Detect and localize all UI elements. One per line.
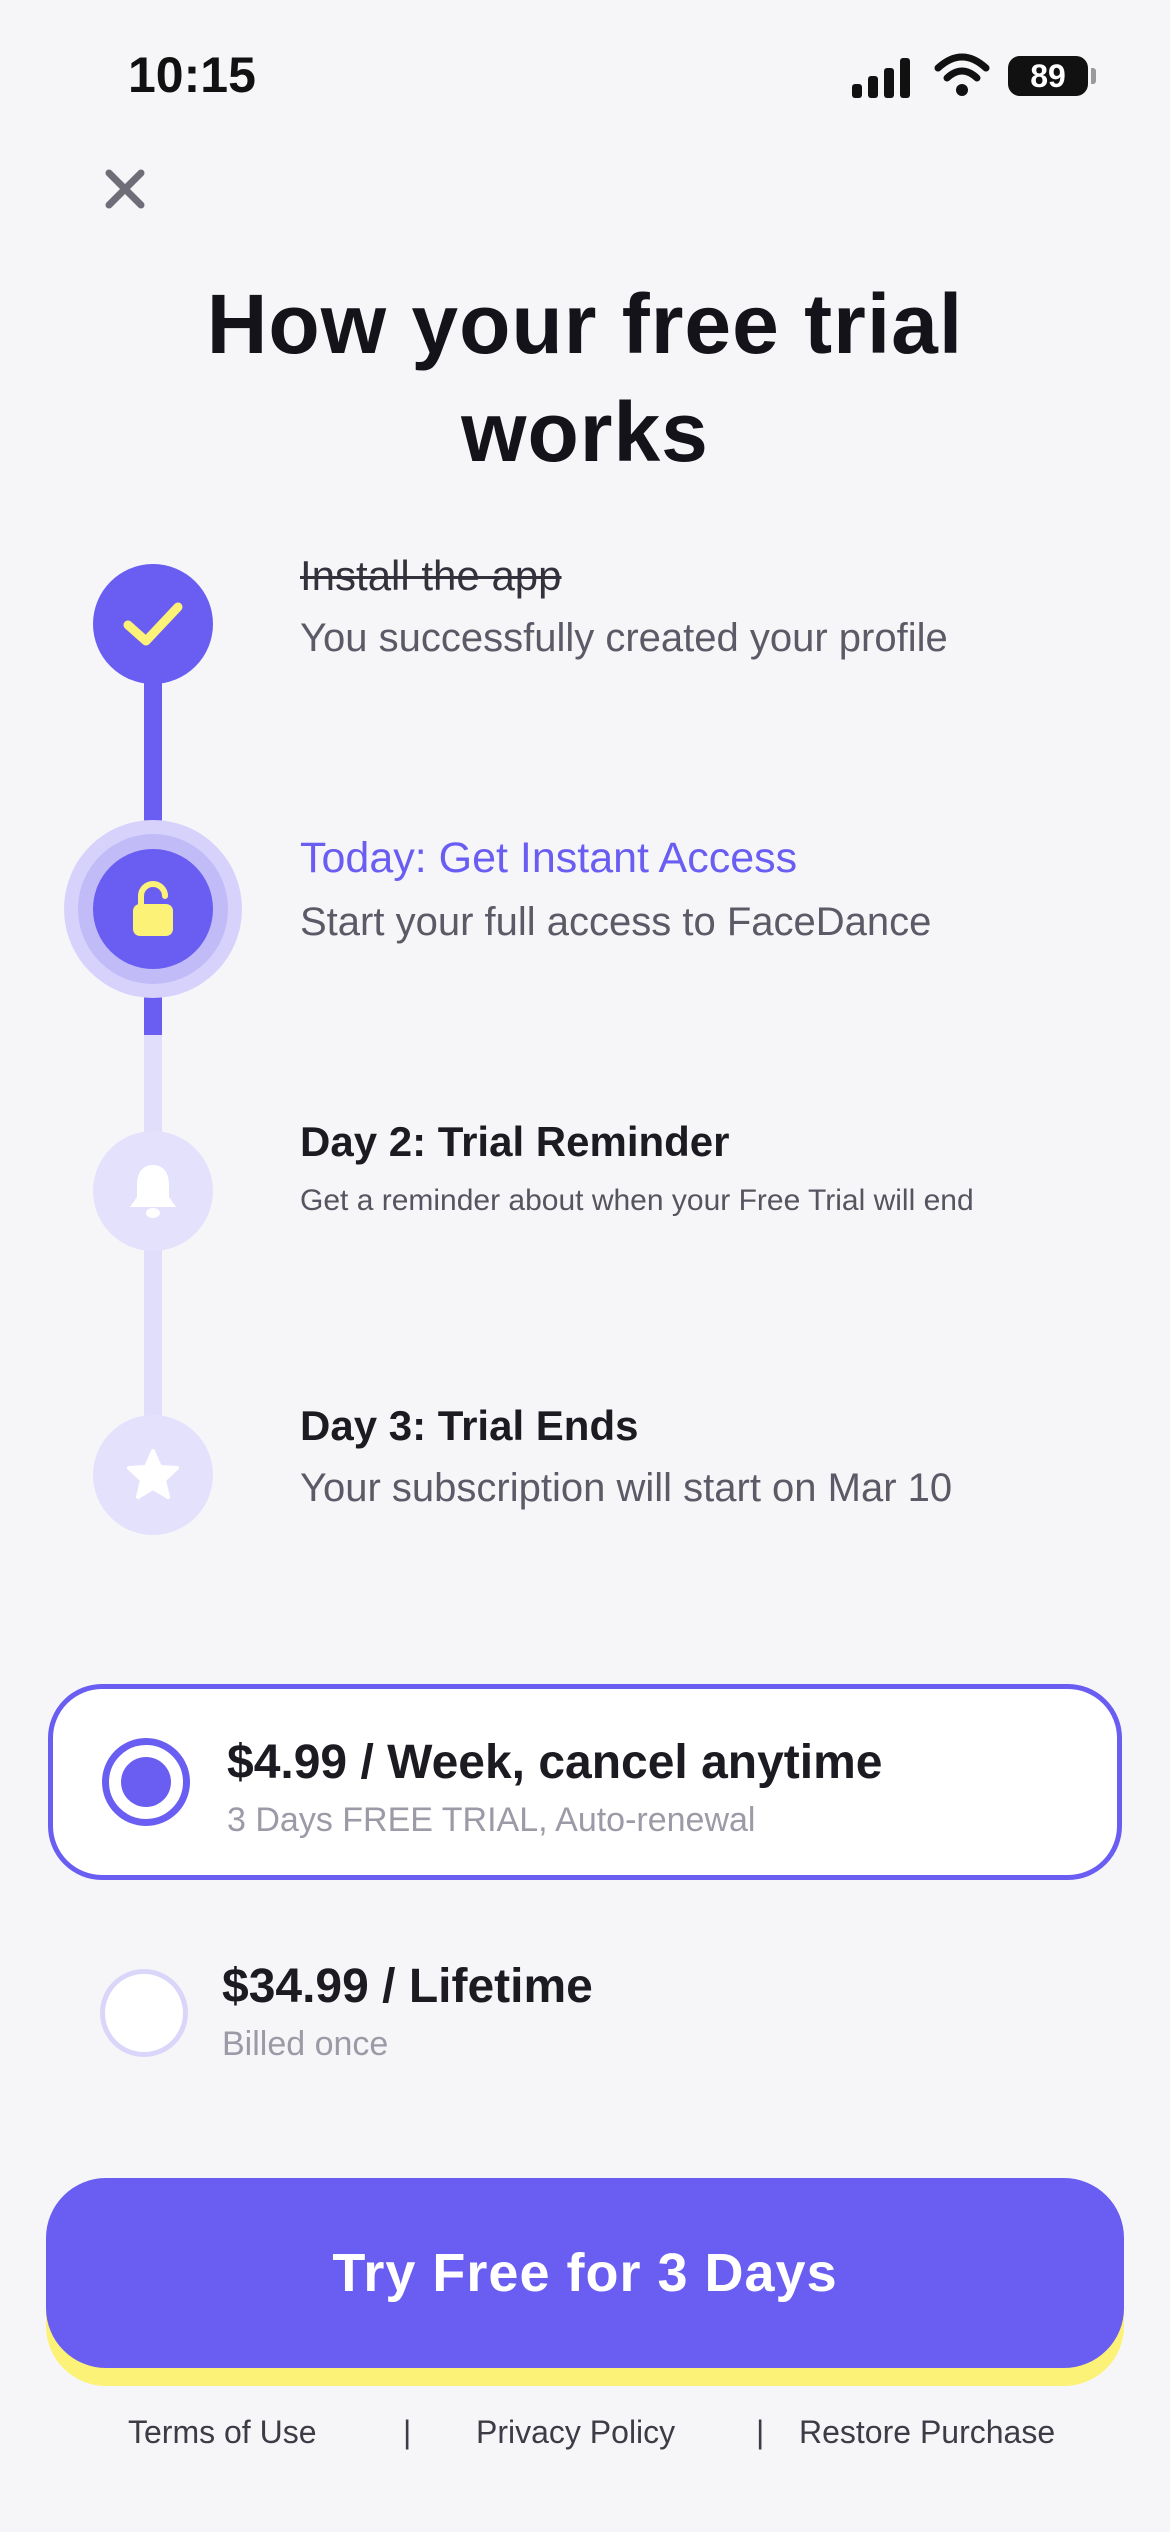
step-title: Install the app bbox=[300, 552, 562, 599]
wifi-icon bbox=[934, 53, 990, 96]
step-description: You successfully created your profile bbox=[300, 616, 948, 660]
bell-icon bbox=[130, 1165, 176, 1218]
battery-tip bbox=[1091, 68, 1096, 84]
unlock-icon bbox=[133, 881, 173, 936]
footer-separator: | bbox=[403, 2414, 412, 2450]
step-node-upcoming bbox=[93, 1415, 213, 1535]
plan-option-lifetime[interactable]: $34.99 / Lifetime Billed once bbox=[48, 1915, 1122, 2111]
status-time: 10:15 bbox=[128, 47, 256, 103]
step-description: Start your full access to FaceDance bbox=[300, 900, 932, 944]
page-title: How your free trial works bbox=[206, 277, 964, 479]
timeline-track-inactive bbox=[144, 1035, 162, 1475]
plan-name: $34.99 / Lifetime bbox=[222, 1960, 593, 2013]
step-title: Today: Get Instant Access bbox=[300, 834, 798, 882]
close-button[interactable] bbox=[96, 160, 154, 218]
close-icon bbox=[105, 169, 145, 209]
radio-selected[interactable] bbox=[102, 1738, 190, 1826]
step-node-current bbox=[93, 849, 213, 969]
footer-links: Terms of Use | Privacy Policy | Restore … bbox=[0, 2414, 1170, 2464]
terms-of-use-link[interactable]: Terms of Use bbox=[128, 2414, 316, 2451]
restore-purchase-link[interactable]: Restore Purchase bbox=[799, 2414, 1055, 2451]
plan-name: $4.99 / Week, cancel anytime bbox=[227, 1736, 883, 1789]
radio-unselected[interactable] bbox=[100, 1969, 188, 2057]
timeline-step: Day 3: Trial Ends Your subscription will… bbox=[300, 1398, 1120, 1516]
cellular-signal-icon bbox=[852, 56, 914, 98]
timeline-step: Today: Get Instant Access Start your ful… bbox=[300, 830, 1120, 950]
step-description: Get a reminder about when your Free Tria… bbox=[300, 1184, 974, 1217]
timeline-step: Install the app You successfully created… bbox=[300, 548, 1120, 666]
step-node-upcoming bbox=[93, 1131, 213, 1251]
try-free-button[interactable]: Try Free for 3 Days bbox=[46, 2178, 1124, 2368]
step-description: Your subscription will start on Mar 10 bbox=[300, 1466, 953, 1510]
star-icon bbox=[127, 1449, 179, 1499]
status-bar: 10:15 89 bbox=[0, 0, 1170, 150]
plan-subtitle: Billed once bbox=[222, 2025, 389, 2063]
plan-option-weekly[interactable]: $4.99 / Week, cancel anytime 3 Days FREE… bbox=[48, 1684, 1122, 1880]
plan-subtitle: 3 Days FREE TRIAL, Auto-renewal bbox=[227, 1801, 756, 1839]
timeline-step: Day 2: Trial Reminder Get a reminder abo… bbox=[300, 1114, 1120, 1222]
check-icon bbox=[123, 602, 183, 646]
step-node-completed bbox=[93, 564, 213, 684]
step-title: Day 3: Trial Ends bbox=[300, 1402, 639, 1449]
privacy-policy-link[interactable]: Privacy Policy bbox=[476, 2414, 675, 2451]
footer-separator: | bbox=[756, 2414, 765, 2450]
battery-icon: 89 bbox=[1008, 56, 1088, 96]
battery-level: 89 bbox=[1030, 57, 1066, 94]
step-title: Day 2: Trial Reminder bbox=[300, 1118, 730, 1165]
